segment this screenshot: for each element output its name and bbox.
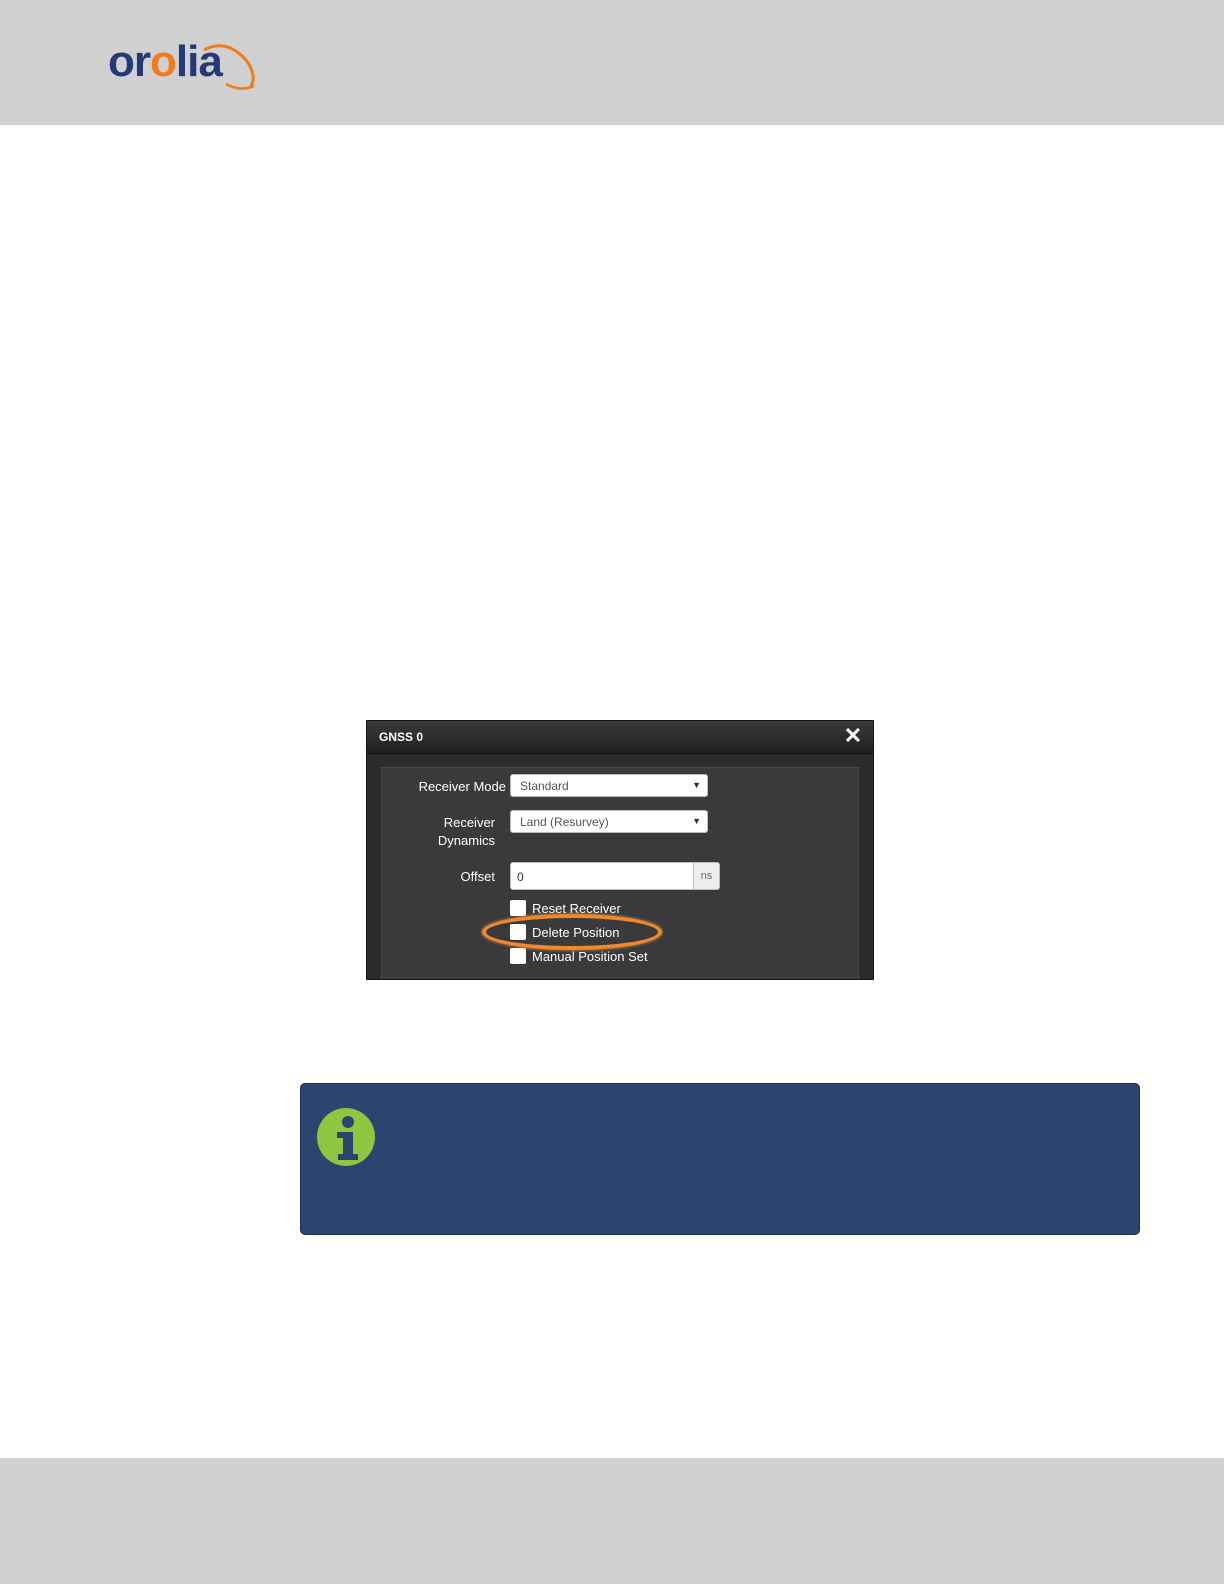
close-icon[interactable]: ✕: [843, 725, 863, 747]
receiver-dynamics-label-line1: Receiver: [443, 815, 495, 830]
page-footer: [0, 1458, 1224, 1584]
info-icon: [317, 1108, 375, 1166]
receiver-dynamics-value: Land (Resurvey): [520, 815, 609, 829]
chevron-down-icon: ▼: [692, 816, 701, 826]
offset-value: 0: [517, 870, 524, 884]
receiver-mode-label: Receiver Mode: [418, 779, 506, 794]
dialog-body: Receiver Mode Standard ▼ Receiver Dynami…: [381, 767, 859, 979]
offset-label: Offset: [460, 869, 495, 884]
receiver-dynamics-label-line2: Dynamics: [437, 833, 495, 848]
highlight-annotation: [482, 914, 662, 950]
manual-position-set-checkbox[interactable]: [510, 948, 526, 964]
offset-input-group: 0 ns: [510, 862, 720, 890]
dialog-titlebar: GNSS 0 ✕: [367, 721, 873, 754]
info-note-box: [300, 1083, 1140, 1235]
chevron-down-icon: ▼: [692, 780, 701, 790]
manual-position-set-label: Manual Position Set: [532, 949, 648, 964]
gnss-dialog: GNSS 0 ✕ Receiver Mode Standard ▼ Receiv…: [366, 720, 874, 980]
logo-swoosh-icon: [203, 44, 255, 90]
reset-receiver-checkbox[interactable]: [510, 900, 526, 916]
offset-input[interactable]: 0: [510, 862, 694, 890]
dialog-title: GNSS 0: [379, 730, 424, 744]
receiver-dynamics-select[interactable]: Land (Resurvey) ▼: [510, 810, 708, 833]
orolia-logo: orolia: [108, 38, 268, 98]
receiver-mode-select[interactable]: Standard ▼: [510, 774, 708, 797]
page-header: orolia: [0, 0, 1224, 125]
offset-unit-addon: ns: [694, 862, 720, 890]
receiver-mode-value: Standard: [520, 779, 569, 793]
